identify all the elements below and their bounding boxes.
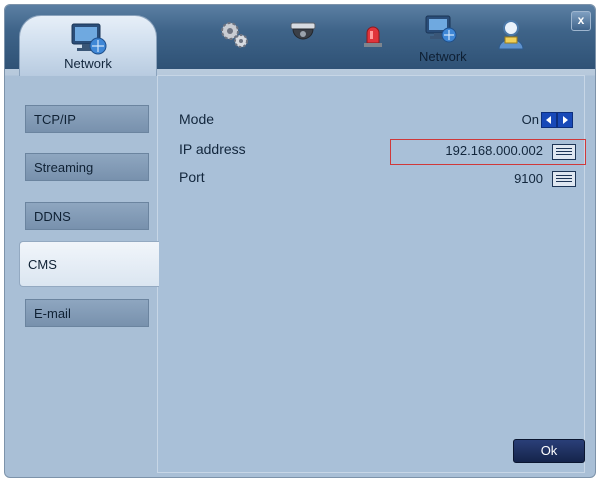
sidebar-item-cms[interactable]: CMS [19, 241, 159, 287]
arrow-right-icon [563, 116, 568, 124]
tab-network[interactable]: Network [19, 15, 157, 76]
port-value[interactable]: 9100 [485, 171, 543, 186]
sidebar-item-email[interactable]: E-mail [25, 299, 149, 327]
close-button[interactable]: x [571, 11, 591, 31]
port-keyboard-button[interactable] [552, 171, 576, 187]
network-icon [71, 23, 107, 55]
user-icon[interactable] [493, 17, 529, 53]
sidebar-item-ddns[interactable]: DDNS [25, 202, 149, 230]
arrow-left-icon [546, 116, 551, 124]
mode-value: On [521, 112, 539, 127]
mode-previous-button[interactable] [541, 112, 557, 128]
network-tab-label: Network [419, 49, 467, 64]
ok-button[interactable]: Ok [513, 439, 585, 463]
gears-icon[interactable] [217, 17, 253, 53]
mode-next-button[interactable] [557, 112, 573, 128]
ip-keyboard-button[interactable] [552, 144, 576, 160]
ip-address-label: IP address [179, 141, 246, 157]
sidebar-item-tcpip[interactable]: TCP/IP [25, 105, 149, 133]
alarm-siren-icon[interactable] [355, 17, 391, 53]
mode-label: Mode [179, 111, 215, 127]
network-icon[interactable] [423, 13, 459, 49]
tab-network-label: Network [64, 56, 112, 71]
ip-address-value[interactable]: 192.168.000.002 [395, 143, 543, 158]
port-label: Port [179, 169, 205, 185]
dialog-window: Network Network x TCP/IP Streaming DDNS … [4, 4, 596, 478]
sidebar-item-streaming[interactable]: Streaming [25, 153, 149, 181]
settings-panel [157, 75, 585, 473]
camera-dome-icon[interactable] [285, 17, 321, 53]
